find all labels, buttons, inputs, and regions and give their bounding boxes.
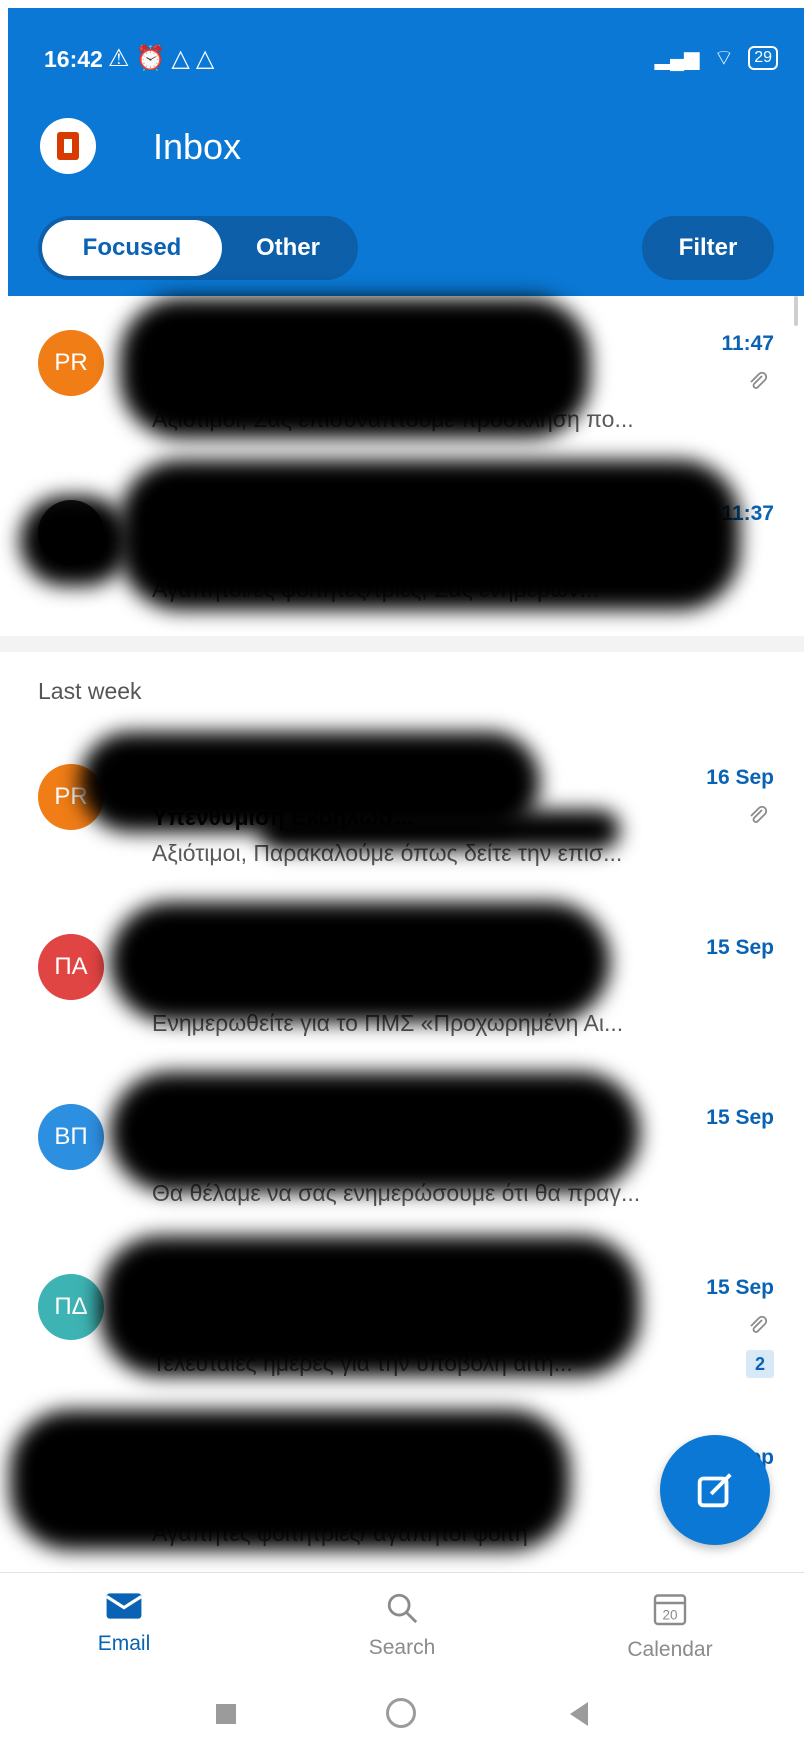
redaction-overlay bbox=[110, 1072, 640, 1192]
redaction-overlay bbox=[110, 902, 610, 1022]
attachment-icon bbox=[750, 805, 768, 823]
status-bar: 16:42 ⚠⏰△△ ▂▄▆ ⌔ 29 bbox=[8, 8, 804, 108]
message-row[interactable]: ΒΠΒΥπηρεσ...Θα θέλαμε να σας ενημερώσουμ… bbox=[0, 1070, 804, 1240]
calendar-day: 20 bbox=[662, 1608, 677, 1623]
filter-button[interactable]: Filter bbox=[642, 216, 774, 280]
app-bar: Inbox bbox=[8, 104, 804, 194]
message-time: 16 Sep bbox=[706, 766, 774, 789]
section-label: Last week bbox=[38, 678, 142, 704]
status-right: ▂▄▆ ⌔ 29 bbox=[655, 44, 778, 72]
message-row[interactable]: PRPublic RelationsΥπενθύμιση Εκδήλωσ...Α… bbox=[0, 730, 804, 900]
message-time: 15 Sep bbox=[706, 1276, 774, 1299]
message-time: 11:47 bbox=[721, 332, 774, 355]
sender-avatar: PR bbox=[38, 330, 104, 396]
tab-other[interactable]: Other bbox=[226, 220, 350, 276]
compose-button[interactable] bbox=[660, 1435, 770, 1545]
message-row[interactable]: η προθεσμίας υπο...Αγαπητοί/ές φοιτητές/… bbox=[0, 460, 804, 636]
calendar-icon: 20 bbox=[653, 1594, 687, 1626]
tab-calendar-label: Calendar bbox=[627, 1638, 713, 1661]
home-button[interactable] bbox=[386, 1698, 416, 1728]
redaction-overlay bbox=[10, 1410, 570, 1550]
system-nav bbox=[0, 1690, 804, 1758]
attachment-icon bbox=[750, 371, 768, 389]
signal-icon: ▂▄▆ bbox=[654, 47, 700, 70]
redaction-overlay bbox=[260, 810, 620, 850]
redaction-overlay bbox=[120, 298, 590, 438]
tab-email[interactable]: Email bbox=[24, 1591, 224, 1656]
mail-icon bbox=[105, 1593, 143, 1619]
sender-avatar: ΠΔ bbox=[38, 1274, 104, 1340]
recents-button[interactable] bbox=[216, 1704, 236, 1724]
message-list: PRPΤ ΑΚΡΟΑΣΕΙΣ ΤΗΣ ΧΟΡΩ...Αξιότιμοι, Σας… bbox=[0, 296, 804, 1580]
wifi-icon: ⌔ bbox=[713, 45, 735, 70]
back-button[interactable] bbox=[570, 1702, 588, 1726]
sender-avatar: ΒΠ bbox=[38, 1104, 104, 1170]
sender-avatar: ΠΑ bbox=[38, 934, 104, 1000]
thread-count-badge: 2 bbox=[746, 1350, 774, 1378]
redaction-overlay bbox=[120, 460, 740, 610]
notification-icons: ⚠⏰△△ bbox=[108, 45, 221, 72]
message-row[interactable]: ΠΔΠΠΜΣ Δημόσια Υγ...Τελευταίες ημέρες γι… bbox=[0, 1236, 804, 1410]
redaction-overlay bbox=[100, 1236, 640, 1376]
redaction-overlay bbox=[20, 496, 130, 586]
search-icon bbox=[387, 1593, 418, 1624]
tab-search-label: Search bbox=[368, 1636, 436, 1659]
page-title: Inbox bbox=[153, 126, 242, 167]
app-header: 16:42 ⚠⏰△△ ▂▄▆ ⌔ 29 Inbox Focused Other … bbox=[8, 8, 804, 296]
battery-indicator: 29 bbox=[748, 46, 778, 70]
tab-email-label: Email bbox=[97, 1632, 151, 1655]
tab-calendar[interactable]: 20 Calendar bbox=[570, 1591, 770, 1662]
divider bbox=[0, 636, 804, 652]
inbox-tab-switch: Focused Other bbox=[38, 216, 358, 280]
message-row[interactable]: ΠΑΠ Ko...ΠΜΣΕνημερωθείτε για το ΠΜΣ «Προ… bbox=[0, 900, 804, 1070]
message-time: 15 Sep bbox=[706, 936, 774, 959]
tab-search[interactable]: Search bbox=[302, 1591, 502, 1660]
section-header: Last week bbox=[0, 652, 804, 730]
attachment-icon bbox=[750, 1315, 768, 1333]
message-row[interactable]: PRPΤ ΑΚΡΟΑΣΕΙΣ ΤΗΣ ΧΟΡΩ...Αξιότιμοι, Σας… bbox=[0, 296, 804, 466]
office-app-icon[interactable] bbox=[40, 118, 96, 174]
message-time: 15 Sep bbox=[706, 1106, 774, 1129]
compose-icon bbox=[697, 1473, 732, 1508]
tab-focused[interactable]: Focused bbox=[42, 220, 222, 276]
bottom-nav: Email Search 20 Calendar bbox=[0, 1572, 804, 1691]
